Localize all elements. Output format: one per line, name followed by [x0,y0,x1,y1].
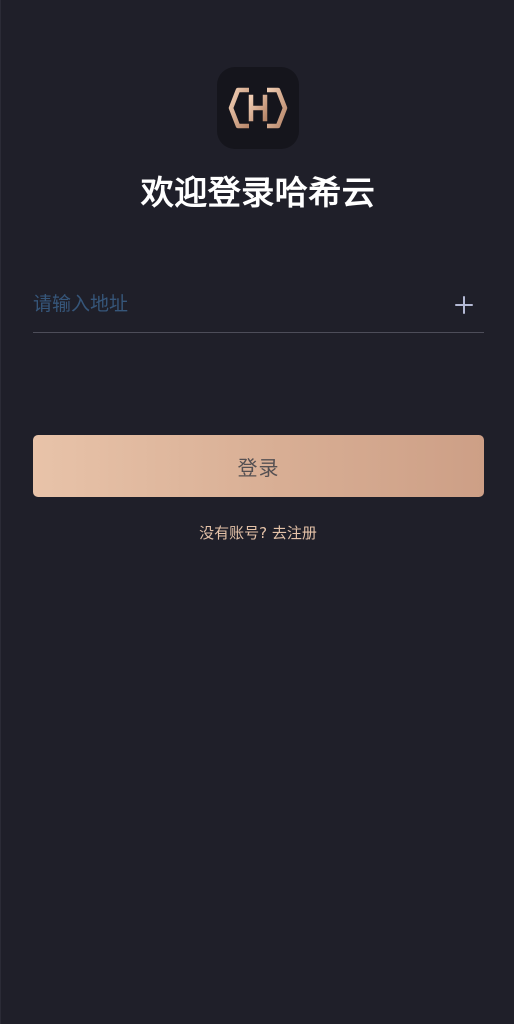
app-logo [217,67,299,149]
hexagon-h-logo-icon [228,87,288,129]
address-field-row [33,278,484,333]
plus-icon[interactable] [454,295,474,315]
login-button[interactable]: 登录 [33,435,484,497]
address-input[interactable] [33,282,433,326]
register-link[interactable]: 没有账号? 去注册 [1,522,514,543]
page-title: 欢迎登录哈希云 [140,173,376,212]
login-screen: 欢迎登录哈希云 登录 没有账号? 去注册 [0,0,514,1024]
